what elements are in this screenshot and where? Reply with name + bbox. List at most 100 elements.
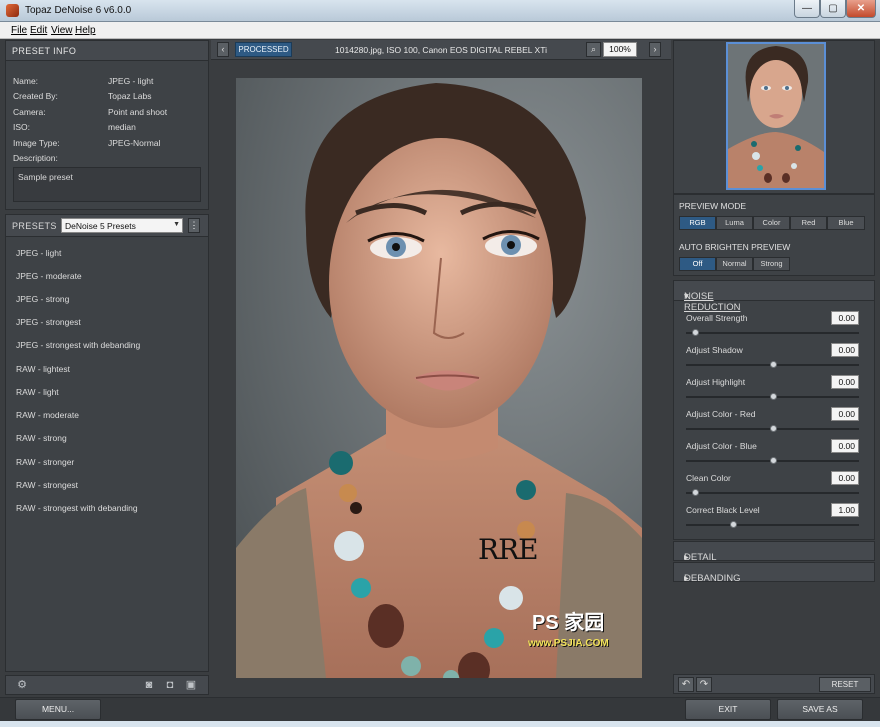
preset-toolbar: ⚙ ◙ ◘ ▣ xyxy=(5,675,209,695)
preview-options-panel: PREVIEW MODE RGB Luma Color Red Blue AUT… xyxy=(673,194,875,276)
thumbnail-image xyxy=(728,44,824,188)
description-box[interactable]: Sample preset xyxy=(13,167,201,202)
info-label-iso: ISO: xyxy=(13,122,31,132)
watermark-text: RRE xyxy=(478,533,539,566)
preview-mode-blue[interactable]: Blue xyxy=(827,216,865,230)
info-value-camera: Point and shoot xyxy=(108,107,168,117)
menu-file[interactable]: File xyxy=(11,25,27,36)
slider-value-adjust-highlight[interactable]: 0.00 xyxy=(831,375,859,389)
auto-brighten-off[interactable]: Off xyxy=(679,257,716,271)
preset-item[interactable]: RAW - strongest with debanding xyxy=(16,503,138,513)
zoom-level[interactable]: 100% xyxy=(603,42,637,57)
menu-edit[interactable]: Edit xyxy=(30,25,47,36)
menu-button[interactable]: MENU... xyxy=(15,699,101,720)
preview-mode-rgb[interactable]: RGB xyxy=(679,216,716,230)
menu-help[interactable]: Help xyxy=(75,25,96,36)
slider-value-overall-strength[interactable]: 0.00 xyxy=(831,311,859,325)
noise-reduction-label: NOISE REDUCTION xyxy=(684,291,741,313)
noise-reduction-panel: ▾ NOISE REDUCTION Overall Strength 0.00 Ad… xyxy=(673,280,875,540)
redo-arrow-icon[interactable]: ↷ xyxy=(696,677,712,692)
presets-header: PRESETS DeNoise 5 Presets ▼ ⋮ xyxy=(6,215,208,237)
bottom-bar: MENU... EXIT SAVE AS xyxy=(0,697,880,721)
preset-item[interactable]: RAW - strongest xyxy=(16,480,78,490)
preview-mode-red[interactable]: Red xyxy=(790,216,827,230)
camera-add-icon[interactable]: ◘ xyxy=(163,678,177,692)
debanding-header[interactable]: ▸ DEBANDING xyxy=(673,562,875,584)
info-value-name: JPEG - light xyxy=(108,76,154,86)
preview-mode-color[interactable]: Color xyxy=(753,216,790,230)
slider-handle-adjust-shadow[interactable] xyxy=(769,361,777,368)
next-arrow-icon[interactable]: › xyxy=(649,42,661,57)
camera-remove-icon[interactable]: ▣ xyxy=(184,678,198,692)
image-viewer: ‹ PROCESSED 1014280.jpg, ISO 100, Canon … xyxy=(211,40,671,695)
menu-view[interactable]: View xyxy=(51,25,73,36)
preset-item[interactable]: JPEG - strong xyxy=(16,294,69,304)
preview-mode-label: PREVIEW MODE xyxy=(679,201,747,211)
slider-label-overall-strength: Overall Strength xyxy=(686,313,748,323)
info-value-created-by: Topaz Labs xyxy=(108,91,152,101)
preset-item[interactable]: JPEG - strongest with debanding xyxy=(16,340,140,350)
menu-bar: File Edit View Help xyxy=(0,22,880,39)
title-bar: Topaz DeNoise 6 v6.0.0 — ▢ ✕ xyxy=(0,0,880,22)
auto-brighten-normal[interactable]: Normal xyxy=(716,257,753,271)
window-frame-bottom xyxy=(0,721,880,727)
slider-handle-adjust-highlight[interactable] xyxy=(769,393,777,400)
slider-handle-adjust-color-blue[interactable] xyxy=(769,457,777,464)
maximize-button[interactable]: ▢ xyxy=(820,0,846,18)
file-info: 1014280.jpg, ISO 100, Canon EOS DIGITAL … xyxy=(335,45,547,55)
slider-value-adjust-color-blue[interactable]: 0.00 xyxy=(831,439,859,453)
slider-handle-overall-strength[interactable] xyxy=(691,329,699,336)
preset-item[interactable]: JPEG - strongest xyxy=(16,317,81,327)
camera-icon[interactable]: ◙ xyxy=(142,678,156,692)
slider-track-overall-strength[interactable] xyxy=(686,332,859,334)
settings-gear-icon[interactable]: ⚙ xyxy=(15,678,29,692)
preset-item[interactable]: RAW - stronger xyxy=(16,457,74,467)
noise-reduction-header[interactable]: ▾ NOISE REDUCTION xyxy=(674,281,874,313)
auto-brighten-label: AUTO BRIGHTEN PREVIEW xyxy=(679,242,791,252)
slider-handle-clean-color[interactable] xyxy=(691,489,699,496)
app-icon xyxy=(6,4,19,17)
slider-label-adjust-highlight: Adjust Highlight xyxy=(686,377,746,387)
presets-label: PRESETS xyxy=(12,221,57,231)
slider-handle-correct-black-level[interactable] xyxy=(729,521,737,528)
save-as-button[interactable]: SAVE AS xyxy=(777,699,863,720)
preset-item[interactable]: RAW - lightest xyxy=(16,364,70,374)
preset-item[interactable]: RAW - light xyxy=(16,387,59,397)
info-label-name: Name: xyxy=(13,76,39,86)
viewer-toolbar: ‹ PROCESSED 1014280.jpg, ISO 100, Canon … xyxy=(211,40,671,60)
preset-collection-dropdown[interactable]: DeNoise 5 Presets ▼ xyxy=(61,218,183,233)
slider-value-correct-black-level[interactable]: 1.00 xyxy=(831,503,859,517)
exit-button[interactable]: EXIT xyxy=(685,699,771,720)
slider-track-clean-color[interactable] xyxy=(686,492,859,494)
preset-item[interactable]: RAW - moderate xyxy=(16,410,79,420)
preset-collection-value: DeNoise 5 Presets xyxy=(65,221,136,231)
slider-value-adjust-shadow[interactable]: 0.00 xyxy=(831,343,859,357)
preset-item[interactable]: JPEG - moderate xyxy=(16,271,82,281)
preset-item[interactable]: JPEG - light xyxy=(16,248,61,258)
photo-preview[interactable]: RRE PS 家园 www.PSJIA.COM xyxy=(236,78,642,678)
preview-mode-luma[interactable]: Luma xyxy=(716,216,753,230)
reset-button[interactable]: RESET xyxy=(819,677,871,692)
navigator-panel xyxy=(673,40,875,194)
site-url: www.PSJIA.COM xyxy=(528,638,609,649)
slider-label-adjust-color-blue: Adjust Color - Blue xyxy=(686,441,757,451)
preset-item[interactable]: RAW - strong xyxy=(16,433,67,443)
presets-panel: PRESETS DeNoise 5 Presets ▼ ⋮ JPEG - lig… xyxy=(5,214,209,672)
navigator-thumbnail[interactable] xyxy=(726,42,826,190)
slider-handle-adjust-color-red[interactable] xyxy=(769,425,777,432)
auto-brighten-strong[interactable]: Strong xyxy=(753,257,790,271)
portrait-image xyxy=(236,78,642,678)
close-button[interactable]: ✕ xyxy=(846,0,876,18)
detail-recovery-header[interactable]: ▸ DETAIL RECOVERY xyxy=(673,541,875,574)
slider-value-adjust-color-red[interactable]: 0.00 xyxy=(831,407,859,421)
info-label-image-type: Image Type: xyxy=(13,138,60,148)
info-label-description: Description: xyxy=(13,153,58,163)
slider-track-correct-black-level[interactable] xyxy=(686,524,859,526)
zoom-magnifier-icon[interactable]: ⌕ xyxy=(586,42,601,57)
preset-options-icon[interactable]: ⋮ xyxy=(188,218,200,233)
minimize-button[interactable]: — xyxy=(794,0,820,18)
undo-arrow-icon[interactable]: ↶ xyxy=(678,677,694,692)
info-label-created-by: Created By: xyxy=(13,91,58,101)
right-panel: PREVIEW MODE RGB Luma Color Red Blue AUT… xyxy=(673,40,875,695)
slider-value-clean-color[interactable]: 0.00 xyxy=(831,471,859,485)
